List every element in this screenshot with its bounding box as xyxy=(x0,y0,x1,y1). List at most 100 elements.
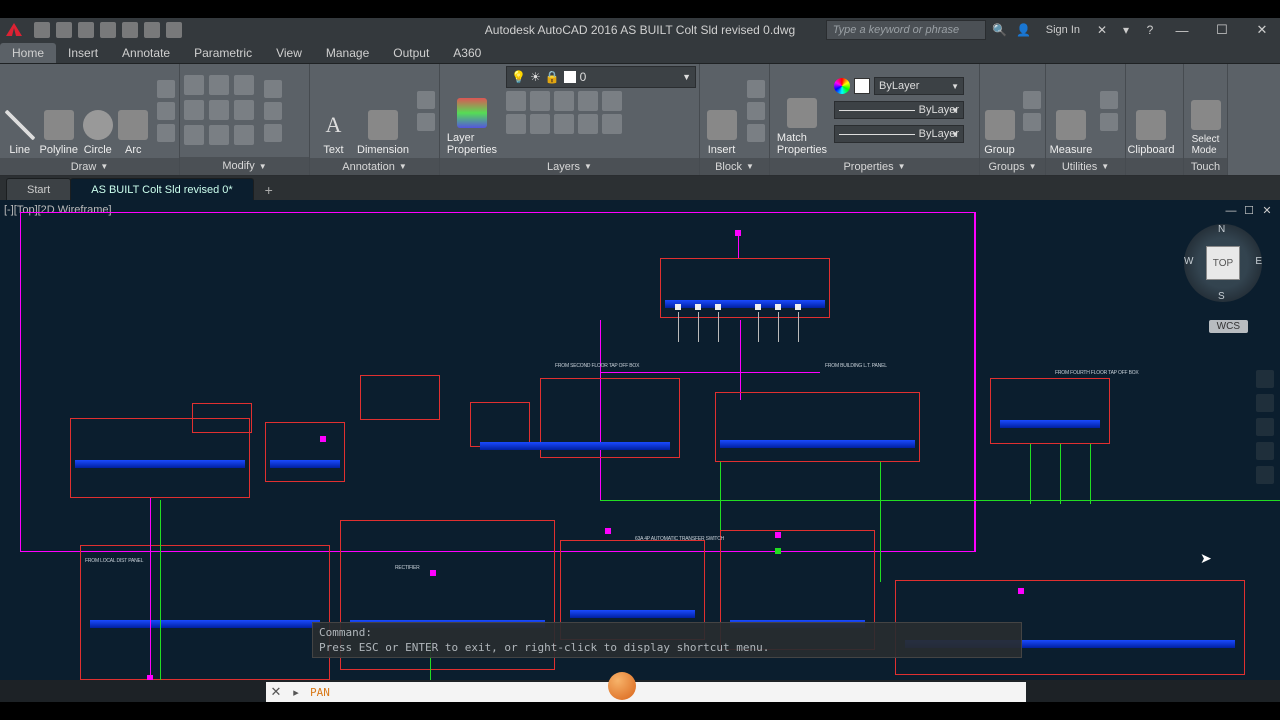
move-icon[interactable] xyxy=(184,75,204,95)
stayconnected-icon[interactable]: ▾ xyxy=(1116,20,1136,40)
panel-draw-title: Draw xyxy=(71,161,97,173)
signin-label[interactable]: Sign In xyxy=(1038,24,1088,36)
saveas-icon[interactable] xyxy=(100,22,116,38)
redo-icon[interactable] xyxy=(166,22,182,38)
arc-button[interactable]: Arc xyxy=(118,66,149,156)
clipboard-icon xyxy=(1136,110,1166,140)
doctab-drawing[interactable]: AS BUILT Colt Sld revised 0* xyxy=(70,178,253,200)
copy-icon[interactable] xyxy=(184,100,204,120)
insert-icon xyxy=(707,110,737,140)
new-icon[interactable] xyxy=(34,22,50,38)
circle-button[interactable]: Circle xyxy=(82,66,113,156)
stretch-icon[interactable] xyxy=(184,125,204,145)
tab-output[interactable]: Output xyxy=(381,43,441,63)
tab-a360[interactable]: A360 xyxy=(441,43,493,63)
explode-icon[interactable] xyxy=(264,102,282,120)
layer-properties-button[interactable]: Layer Properties xyxy=(444,66,500,156)
hatch-icon[interactable] xyxy=(157,102,175,120)
app-menu-button[interactable] xyxy=(0,18,28,42)
exchange-icon[interactable]: ✕ xyxy=(1092,20,1112,40)
erase-icon[interactable] xyxy=(264,80,282,98)
maximize-button[interactable]: ☐ xyxy=(1204,18,1240,42)
create-block-icon[interactable] xyxy=(747,80,765,98)
mirror-icon[interactable] xyxy=(209,100,229,120)
edit-block-icon[interactable] xyxy=(747,102,765,120)
layulk-icon[interactable] xyxy=(578,114,598,134)
command-line[interactable]: ✕ ▸ PAN xyxy=(266,682,1026,702)
panel-groups: Group Groups▼ xyxy=(980,64,1046,175)
editattr-icon[interactable] xyxy=(747,124,765,142)
dimension-button[interactable]: Dimension xyxy=(357,66,409,156)
layoff-icon[interactable] xyxy=(506,91,526,111)
cmd-hist-line: Press ESC or ENTER to exit, or right-cli… xyxy=(319,640,1015,655)
tab-manage[interactable]: Manage xyxy=(314,43,381,63)
quickcalc-icon[interactable] xyxy=(1100,113,1118,131)
layon-icon[interactable] xyxy=(506,114,526,134)
keyword-search[interactable]: Type a keyword or phrase xyxy=(826,20,986,40)
leader-icon[interactable] xyxy=(417,91,435,109)
app-window: Autodesk AutoCAD 2016 AS BUILT Colt Sld … xyxy=(0,18,1280,702)
laymatch-icon[interactable] xyxy=(602,91,622,111)
layer-color-swatch xyxy=(564,71,576,83)
offset-icon[interactable] xyxy=(264,124,282,142)
panel-properties: Match Properties ByLayer▼ ByLayer▼ ByLay… xyxy=(770,64,980,175)
open-icon[interactable] xyxy=(56,22,72,38)
match-properties-button[interactable]: Match Properties xyxy=(774,66,830,156)
measure-button[interactable]: Measure xyxy=(1050,66,1092,156)
insert-button[interactable]: Insert xyxy=(704,66,739,156)
laymcur-icon[interactable] xyxy=(602,114,622,134)
minimize-button[interactable]: — xyxy=(1164,18,1200,42)
fillet-icon[interactable] xyxy=(234,100,254,120)
save-icon[interactable] xyxy=(78,22,94,38)
panel-layers-title: Layers xyxy=(547,161,580,173)
cmd-close-icon[interactable]: ✕ xyxy=(266,684,286,700)
scale-icon[interactable] xyxy=(209,125,229,145)
polyline-button[interactable]: Polyline xyxy=(39,66,78,156)
select-mode-button[interactable]: Select Mode xyxy=(1188,66,1223,156)
layfrz-icon[interactable] xyxy=(554,91,574,111)
doctab-start[interactable]: Start xyxy=(6,178,71,200)
doctab-new[interactable]: + xyxy=(259,180,279,200)
trim-icon[interactable] xyxy=(234,75,254,95)
layiso-icon[interactable] xyxy=(530,91,550,111)
cmd-options-icon[interactable]: ▸ xyxy=(286,686,306,699)
ungroup-icon[interactable] xyxy=(1023,91,1041,109)
group-icon xyxy=(985,110,1015,140)
drawing-canvas[interactable]: [-][Top][2D Wireframe] — ☐ ✕ TOP N S E W… xyxy=(0,200,1280,680)
plot-icon[interactable] xyxy=(122,22,138,38)
infocenter-search-icon[interactable]: 🔍 xyxy=(990,20,1010,40)
laylck-icon[interactable] xyxy=(578,91,598,111)
cmd-active-indicator xyxy=(608,672,636,700)
group-button[interactable]: Group xyxy=(984,66,1015,156)
line-button[interactable]: Line xyxy=(4,66,35,156)
array-icon[interactable] xyxy=(234,125,254,145)
linetype-dropdown[interactable]: ByLayer▼ xyxy=(834,123,964,145)
groupedit-icon[interactable] xyxy=(1023,113,1041,131)
tab-annotate[interactable]: Annotate xyxy=(110,43,182,63)
select-all-icon[interactable] xyxy=(1100,91,1118,109)
table-icon[interactable] xyxy=(417,113,435,131)
bulb-icon: 💡 xyxy=(511,70,526,84)
ellipse-icon[interactable] xyxy=(157,124,175,142)
help-icon[interactable]: ? xyxy=(1140,20,1160,40)
panel-clipboard: Clipboard xyxy=(1126,64,1184,175)
tab-home[interactable]: Home xyxy=(0,43,56,63)
signin-icon[interactable]: 👤 xyxy=(1014,20,1034,40)
color-dropdown[interactable]: ByLayer▼ xyxy=(834,75,964,97)
text-button[interactable]: AText xyxy=(314,66,353,156)
panel-annotation: AText Dimension Annotation▼ xyxy=(310,64,440,175)
layer-dropdown[interactable]: 💡☀🔒 0 ▼ xyxy=(506,66,696,88)
undo-icon[interactable] xyxy=(144,22,160,38)
tab-view[interactable]: View xyxy=(264,43,314,63)
rotate-icon[interactable] xyxy=(209,75,229,95)
panel-properties-title: Properties xyxy=(843,161,893,173)
match-properties-icon xyxy=(787,98,817,128)
tab-parametric[interactable]: Parametric xyxy=(182,43,264,63)
tab-insert[interactable]: Insert xyxy=(56,43,110,63)
close-button[interactable]: ✕ xyxy=(1244,18,1280,42)
paste-button[interactable]: Clipboard xyxy=(1130,66,1172,156)
lineweight-dropdown[interactable]: ByLayer▼ xyxy=(834,99,964,121)
layuniso-icon[interactable] xyxy=(530,114,550,134)
laythw-icon[interactable] xyxy=(554,114,574,134)
rect-icon[interactable] xyxy=(157,80,175,98)
